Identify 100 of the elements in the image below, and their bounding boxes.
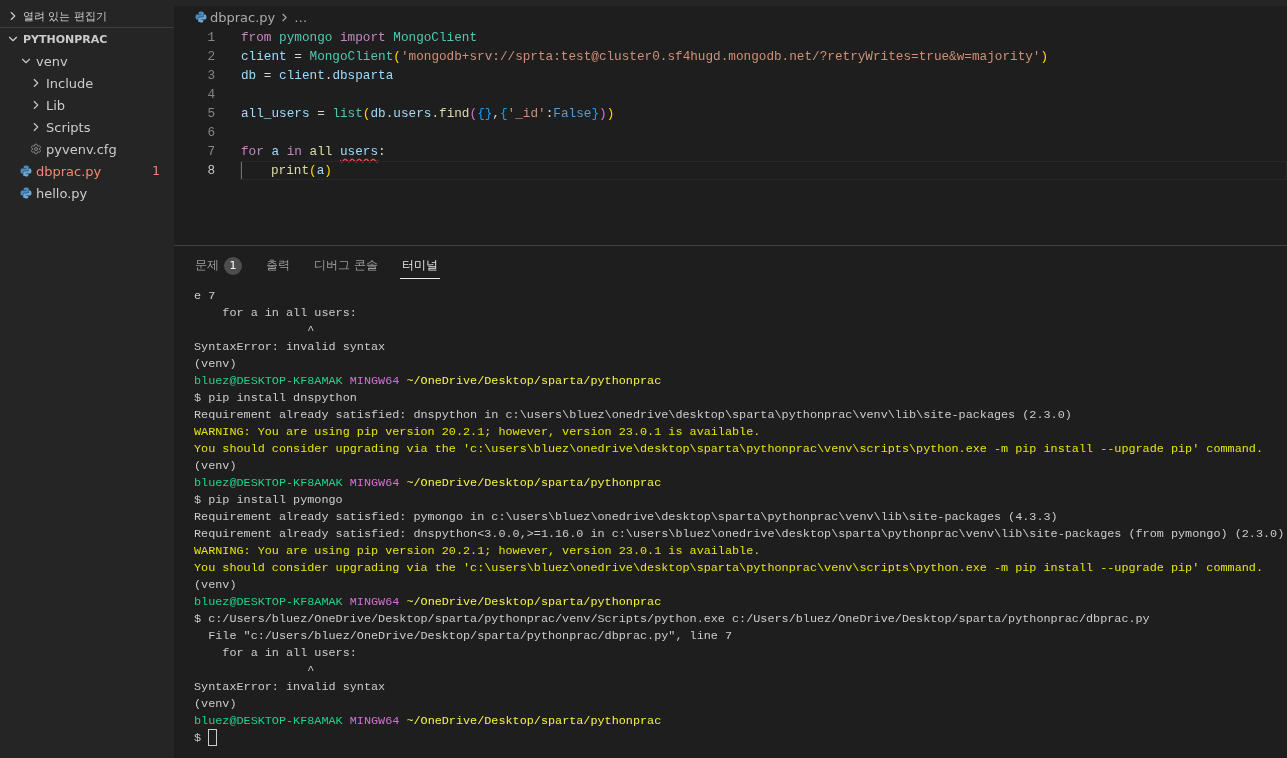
code-token: print (271, 163, 310, 178)
terminal-text: Requirement already satisfied: dnspython in c:\users\bluez\onedrive\desktop\sparta\pythonprac\venv\lib\site-packages (2.3.0) (194, 407, 1072, 422)
code-token: find (439, 106, 470, 121)
code-token: ) (1040, 49, 1049, 64)
prompt-host: MINGW64 (348, 475, 400, 490)
prompt-user: bluez@DESKTOP-KF8AMAK (194, 475, 343, 490)
code-token: a (316, 163, 325, 178)
terminal-text: for a in all users: (221, 305, 357, 320)
folder-item[interactable]: Include (0, 72, 174, 94)
line-number: 6 (206, 125, 216, 140)
code-token: pymongo (278, 30, 333, 45)
code-token: False (553, 106, 592, 121)
code-token: } (591, 106, 599, 121)
warning-text: You should consider upgrading via the 'c:\users\bluez\onedrive\desktop\sparta\pythonprac\venv\scripts\python.exe -m pip install --upgrade pip' command. (194, 441, 1263, 456)
file-item[interactable]: hello.py (0, 182, 174, 204)
terminal-text: for a in all users: (221, 645, 357, 660)
code-token: list (332, 106, 363, 121)
code-token: , (492, 106, 500, 121)
terminal-text: (venv) (194, 577, 237, 592)
terminal-text: File "c:/Users/bluez/OneDrive/Desktop/sparta/pythonprac/dbprac.py", line 7 (207, 628, 733, 643)
line-number: 7 (206, 144, 216, 159)
terminal-text: SyntaxError: invalid syntax (194, 339, 386, 354)
warning-text: You should consider upgrading via the 'c:\users\bluez\onedrive\desktop\sparta\pythonprac\venv\scripts\python.exe -m pip install --upgrade pip' command. (194, 560, 1263, 575)
terminal-text: ^ (306, 662, 315, 677)
code-token: MongoClient (392, 30, 478, 45)
terminal-text: e 7 (194, 288, 216, 303)
panel-tab[interactable]: 디버그 콘솔 (312, 253, 380, 279)
line-number: 5 (206, 106, 216, 121)
code-token: ( (469, 106, 478, 121)
prompt-path: ~/OneDrive/Desktop/sparta/pythonprac (405, 594, 662, 609)
prompt-path: ~/OneDrive/Desktop/sparta/pythonprac (405, 373, 662, 388)
prompt-user: bluez@DESKTOP-KF8AMAK (194, 713, 343, 728)
file-item[interactable]: dbprac.py 1 (0, 160, 174, 182)
code-token: dbsparta (332, 68, 394, 83)
code-token: db (241, 68, 257, 83)
line-number: 1 (206, 30, 216, 45)
code-token: ( (309, 163, 317, 178)
code-token: client (241, 49, 287, 64)
breadcrumb-more[interactable]: … (294, 9, 308, 25)
code-token: '_id' (507, 106, 546, 121)
code-token: ) (324, 163, 332, 178)
panel-tab[interactable]: 출력 (264, 253, 292, 279)
python-file-icon (20, 187, 32, 199)
code-token: a (270, 144, 280, 159)
code-token: ( (362, 106, 371, 121)
code-token: client (279, 68, 325, 83)
folder-item[interactable]: Scripts (0, 116, 174, 138)
panel-tab[interactable]: 터미널 (399, 253, 440, 279)
code-token: users (393, 106, 432, 121)
file-item[interactable]: pyvenv.cfg (0, 138, 174, 160)
line-number: 4 (206, 87, 216, 102)
code-token: { (500, 106, 508, 121)
prompt-host: MINGW64 (348, 373, 400, 388)
panel-tab[interactable]: 문제 1 (193, 253, 244, 279)
prompt-user: bluez@DESKTOP-KF8AMAK (194, 373, 343, 388)
code-token: {} (477, 106, 493, 121)
terminal-text: SyntaxError: invalid syntax (194, 679, 386, 694)
gear-icon (30, 143, 42, 155)
terminal-cursor (208, 729, 218, 746)
code-token: ) (599, 106, 607, 121)
terminal-text: Requirement already satisfied: dnspython<3.0.0,>=1.16.0 in c:\users\bluez\onedrive\desktop\sparta\pythonprac\venv\lib\site-packages (from pymongo) (2.3.0) (194, 526, 1285, 541)
terminal-text: Requirement already satisfied: pymongo in c:\users\bluez\onedrive\desktop\sparta\pythonprac\venv\lib\site-packages (4.3.3) (194, 509, 1058, 524)
problem-count: 1 (152, 164, 160, 178)
terminal-text: (venv) (194, 356, 237, 371)
prompt-path: ~/OneDrive/Desktop/sparta/pythonprac (405, 713, 662, 728)
code-token: ( (393, 49, 401, 64)
python-file-icon (20, 165, 32, 177)
terminal-text: ^ (306, 322, 315, 337)
line-number: 8 (206, 163, 216, 178)
code-token: for (241, 144, 264, 159)
code-token: users (340, 144, 379, 159)
breadcrumb-file[interactable]: dbprac.py (210, 9, 276, 25)
code-token: db (370, 106, 386, 121)
code-token: = (262, 68, 273, 83)
prompt-user: bluez@DESKTOP-KF8AMAK (194, 594, 343, 609)
code-token: : (545, 106, 554, 121)
terminal-text: $ (194, 730, 203, 745)
problem-count-badge: 1 (224, 256, 242, 275)
prompt-host: MINGW64 (348, 594, 400, 609)
folder-item[interactable]: venv (0, 50, 174, 72)
code-token: = (293, 49, 303, 64)
section-header[interactable]: PYTHONPRAC (0, 28, 174, 50)
code-token: = (316, 106, 326, 121)
code-token: . (385, 106, 394, 121)
warning-text: WARNING: You are using pip version 20.2.1; however, version 23.0.1 is available. (194, 424, 761, 439)
code-token: all (308, 144, 334, 159)
code-token: from (241, 30, 272, 45)
terminal-text: $ c:/Users/bluez/OneDrive/Desktop/sparta/pythonprac/venv/Scripts/python.exe c:/Users/bluez/OneDrive/Desktop/sparta/pythonprac/dbprac.py (194, 611, 1150, 626)
code-token: . (324, 68, 333, 83)
code-token: import (339, 30, 386, 45)
code-token: ) (606, 106, 615, 121)
warning-text: WARNING: You are using pip version 20.2.1; however, version 23.0.1 is available. (194, 543, 761, 558)
terminal-text: $ pip install pymongo (194, 492, 343, 507)
python-file-icon (195, 11, 207, 23)
code-token: 'mongodb+srv://sprta:test@cluster0.sf4hugd.mongodb.net/?retryWrites=true&w=majority' (400, 49, 1041, 64)
code-token: all_users (241, 106, 310, 121)
section-header[interactable]: 열려 있는 편집기 (0, 5, 174, 27)
code-token: . (431, 106, 440, 121)
folder-item[interactable]: Lib (0, 94, 174, 116)
code-token: : (378, 144, 386, 159)
